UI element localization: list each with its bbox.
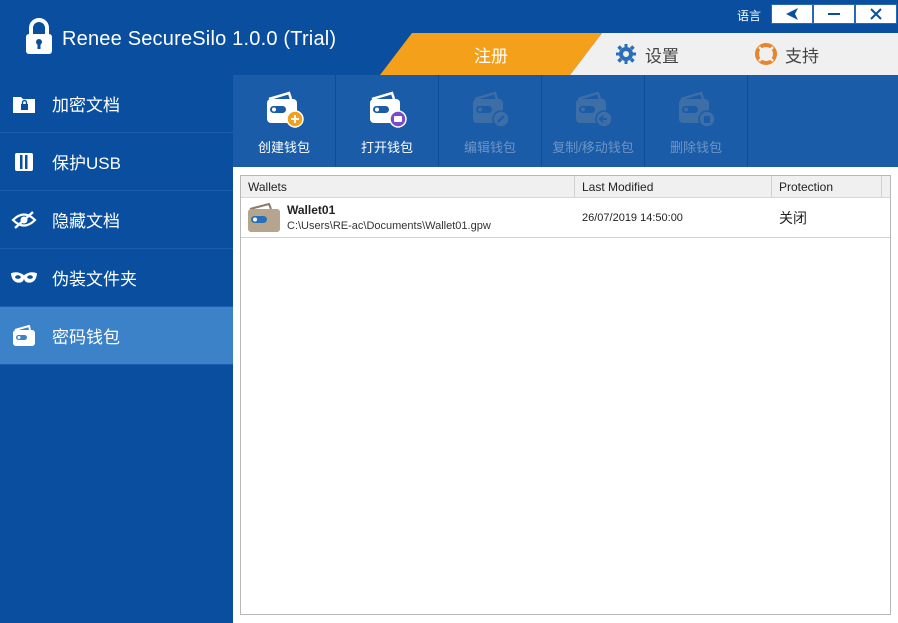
sidebar-item-password-wallet[interactable]: 密码钱包 [0, 307, 233, 365]
language-label: 语言 [737, 9, 762, 23]
sidebar-item-hide-docs[interactable]: 隐藏文档 [0, 191, 233, 249]
open-wallet-button[interactable]: 打开钱包 [336, 75, 439, 167]
sidebar-item-disguise-folder[interactable]: 伪装文件夹 [0, 249, 233, 307]
language-arrow-icon [786, 8, 798, 20]
sidebar: 加密文档 保护USB 隐藏文档 伪装文件夹 密码钱包 [0, 75, 233, 623]
sidebar-item-protect-usb[interactable]: 保护USB [0, 133, 233, 191]
wallet-cell: Wallet01 C:\Users\RE-ac\Documents\Wallet… [241, 198, 575, 237]
wallet-file-icon [248, 202, 280, 232]
wallet-text: Wallet01 C:\Users\RE-ac\Documents\Wallet… [287, 203, 491, 232]
copy-move-wallet-button[interactable]: 复制/移动钱包 [542, 75, 645, 167]
sidebar-item-label: 伪装文件夹 [52, 270, 137, 289]
gear-icon [615, 43, 637, 65]
edit-wallet-button[interactable]: 编辑钱包 [439, 75, 542, 167]
wallet-icon [10, 324, 38, 348]
tab-settings-label: 设置 [645, 46, 679, 66]
wallet-toolbar: 创建钱包 打开钱包 编辑钱包 复制/移动钱包 删除钱包 [233, 75, 898, 167]
create-wallet-button[interactable]: 创建钱包 [233, 75, 336, 167]
create-wallet-label: 创建钱包 [257, 140, 310, 155]
wallet-list: Wallets Last Modified Protection Wallet0… [240, 175, 891, 615]
close-button[interactable] [855, 4, 897, 24]
wallet-protection: 关闭 [779, 209, 807, 226]
wallet-path: C:\Users\RE-ac\Documents\Wallet01.gpw [287, 220, 491, 232]
column-header-last-modified[interactable]: Last Modified [575, 176, 772, 197]
top-tabs: 注册 设置 支持 [380, 33, 898, 75]
sidebar-item-label: 保护USB [52, 154, 121, 173]
title-bar: Renee SecureSilo 1.0.0 (Trial) 语言 注册 设置 … [0, 0, 898, 75]
list-header: Wallets Last Modified Protection [241, 176, 890, 198]
wallet-open-icon [370, 91, 407, 128]
usb-icon [10, 150, 38, 174]
sidebar-item-label: 隐藏文档 [52, 212, 120, 231]
sidebar-item-label: 密码钱包 [52, 328, 120, 347]
open-wallet-label: 打开钱包 [360, 140, 413, 155]
lock-logo-icon [26, 18, 52, 54]
sidebar-item-encrypt-docs[interactable]: 加密文档 [0, 75, 233, 133]
edit-wallet-label: 编辑钱包 [463, 140, 516, 155]
close-icon [870, 8, 882, 20]
tab-register[interactable]: 注册 [380, 33, 602, 75]
eye-off-icon [10, 208, 38, 232]
tab-support-label: 支持 [785, 46, 819, 66]
sidebar-item-label: 加密文档 [52, 96, 120, 115]
wallet-name: Wallet01 [287, 203, 336, 217]
wallet-move-icon [576, 91, 613, 128]
minimize-button[interactable] [813, 4, 855, 24]
mask-icon [10, 266, 38, 290]
column-header-wallets[interactable]: Wallets [241, 176, 575, 197]
wallet-modified: 26/07/2019 14:50:00 [582, 211, 683, 224]
delete-wallet-label: 删除钱包 [669, 140, 722, 155]
app-title: Renee SecureSilo 1.0.0 (Trial) [62, 28, 337, 50]
table-row[interactable]: Wallet01 C:\Users\RE-ac\Documents\Wallet… [241, 198, 890, 238]
tab-settings[interactable]: 设置 [615, 33, 735, 75]
main-panel: 创建钱包 打开钱包 编辑钱包 复制/移动钱包 删除钱包 Wallets Last… [233, 75, 898, 623]
wallet-edit-icon [473, 91, 510, 128]
column-header-protection[interactable]: Protection [772, 176, 882, 197]
wallet-add-icon [267, 91, 304, 128]
wallet-delete-icon [679, 91, 716, 128]
tab-support[interactable]: 支持 [755, 33, 875, 75]
delete-wallet-button[interactable]: 删除钱包 [645, 75, 748, 167]
minimize-icon [828, 13, 840, 15]
copy-move-wallet-label: 复制/移动钱包 [552, 140, 634, 155]
folder-lock-icon [10, 92, 38, 116]
lifebuoy-icon [755, 43, 777, 65]
language-button[interactable] [771, 4, 813, 24]
